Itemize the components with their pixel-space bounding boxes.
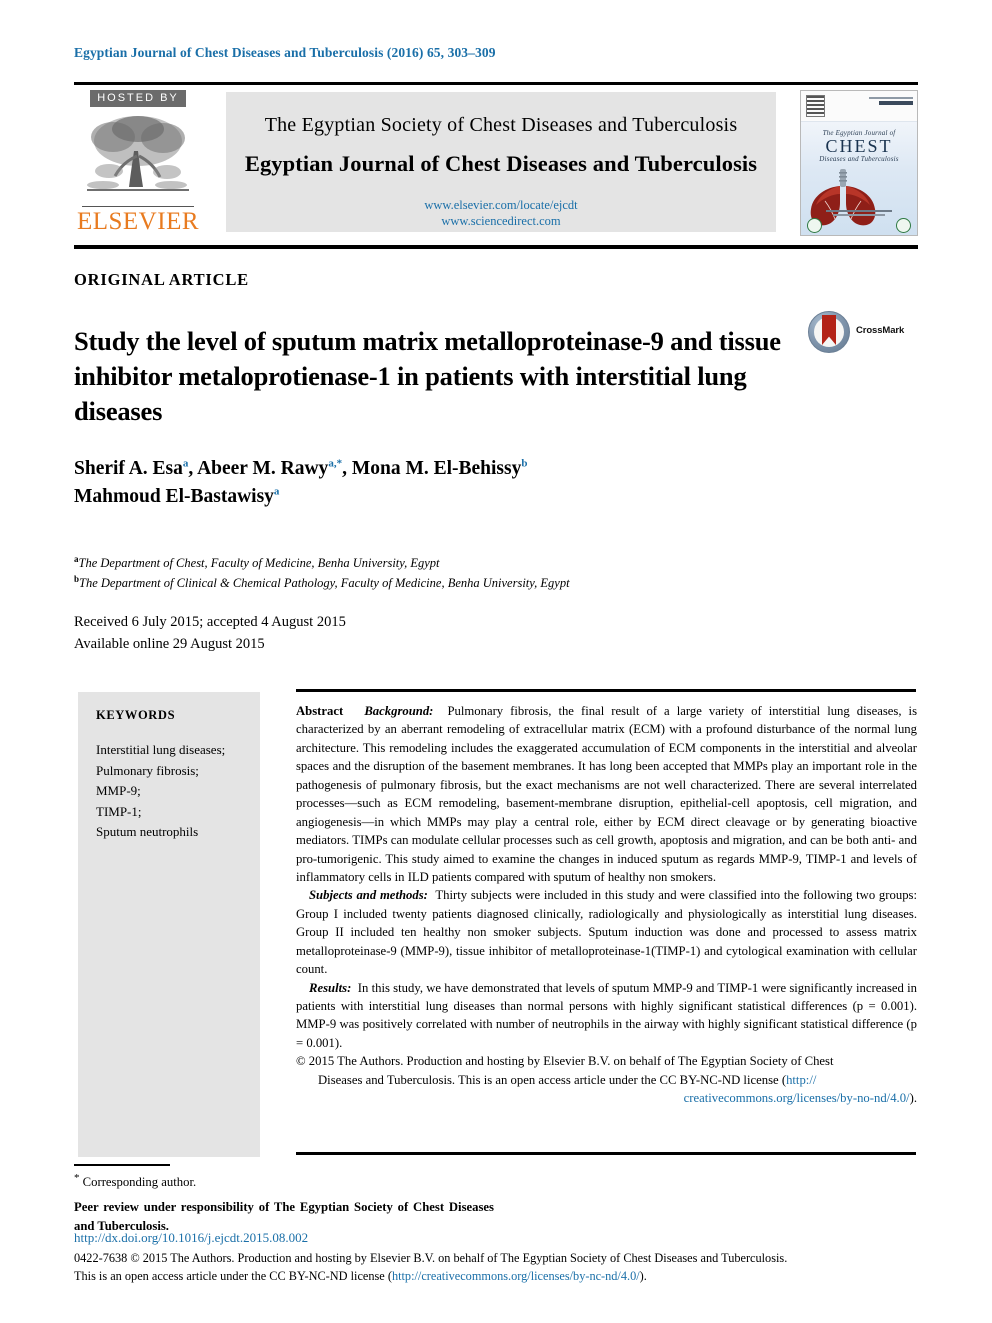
affiliation-b-text: The Department of Clinical & Chemical Pa… <box>79 576 570 591</box>
journal-name: Egyptian Journal of Chest Diseases and T… <box>244 151 758 176</box>
corresponding-author-marker: * <box>74 1172 80 1184</box>
cover-title-line3: Diseases and Tuberculosis <box>819 155 899 163</box>
author-2-affil-marker: a,* <box>328 457 343 470</box>
keywords-panel: KEYWORDS Interstitial lung diseases; Pul… <box>78 692 260 1157</box>
journal-links: www.elsevier.com/locate/ejcdt www.scienc… <box>226 198 776 229</box>
copyright-license-link-part1[interactable]: http:// <box>786 1073 816 1087</box>
cover-header-strip <box>801 91 917 122</box>
issn-license-link[interactable]: http://creativecommons.org/licenses/by-n… <box>392 1269 640 1283</box>
top-rule-divider <box>74 82 918 85</box>
sciencedirect-link[interactable]: www.sciencedirect.com <box>226 214 776 230</box>
abstract-block: Abstract Background: Pulmonary fibrosis,… <box>296 702 917 1108</box>
cover-title-line2: CHEST <box>825 136 893 156</box>
affiliation-a: aThe Department of Chest, Faculty of Med… <box>74 553 834 573</box>
author-list: Sherif A. Esa a , Abeer M. Rawya,*, Mona M… <box>74 455 834 510</box>
crossmark-icon <box>808 311 850 353</box>
journal-header-panel: The Egyptian Society of Chest Diseases a… <box>226 92 776 232</box>
keyword-item: Sputum neutrophils <box>96 824 199 840</box>
elsevier-wordmark-text: ELSEVIER <box>76 208 200 235</box>
abstract-methods-label: Subjects and methods: <box>309 888 428 903</box>
affiliation-a-text: The Department of Chest, Faculty of Medi… <box>78 556 440 571</box>
abstract-label: Abstract <box>296 704 344 718</box>
footnote-block: * Corresponding author. Peer review unde… <box>74 1170 494 1236</box>
keywords-list: Interstitial lung diseases; Pulmonary fi… <box>96 740 260 843</box>
copyright-line-1: © 2015 The Authors. Production and hosti… <box>296 1054 834 1069</box>
abstract-background-text: Pulmonary fibrosis, the final result of … <box>296 704 918 884</box>
corresponding-author-note: * Corresponding author. <box>74 1170 494 1192</box>
page-title: Study the level of sputum matrix metallo… <box>74 325 781 427</box>
cover-seal-left-icon <box>807 218 822 233</box>
copyright-end: ). <box>909 1091 917 1106</box>
crossmark-badge[interactable]: CrossMark <box>808 311 918 355</box>
masthead: HOSTED BY ELSEVIER The Egyptian Society … <box>74 88 918 236</box>
received-date: Received 6 July 2015; accepted 4 August … <box>74 614 346 630</box>
society-name: The Egyptian Society of Chest Diseases a… <box>264 114 738 136</box>
cover-publisher-mark <box>869 97 913 105</box>
abstract-results-label: Results: <box>309 980 352 995</box>
abstract-top-rule <box>296 689 916 692</box>
keyword-item: Pulmonary fibrosis; <box>96 762 199 778</box>
issn-copyright-block: 0422-7638 © 2015 The Authors. Production… <box>74 1250 920 1286</box>
abstract-background-paragraph: Abstract Background: Pulmonary fibrosis,… <box>296 702 917 886</box>
abstract-methods-paragraph: Subjects and methods: Thirty subjects we… <box>296 886 917 978</box>
keyword-item: Interstitial lung diseases; <box>96 742 226 757</box>
footnote-rule <box>74 1164 170 1166</box>
keyword-item: TIMP-1; <box>96 803 142 819</box>
running-head: Egyptian Journal of Chest Diseases and T… <box>74 45 496 60</box>
elsevier-tree-icon <box>87 116 189 191</box>
author-2: , Abeer M. Rawy <box>188 458 329 479</box>
cover-elsevier-icon <box>806 95 825 117</box>
cover-footer <box>801 208 917 233</box>
issn-copyright-line-1: 0422-7638 © 2015 The Authors. Production… <box>74 1251 788 1265</box>
issn-copyright-line-2-pre: This is an open access article under the… <box>74 1268 392 1283</box>
author-4: Mahmoud El-Bastawisy <box>74 485 274 507</box>
hosted-by-badge: HOSTED BY <box>90 90 186 107</box>
keyword-item: MMP-9; <box>96 783 141 799</box>
article-type-label: ORIGINAL ARTICLE <box>74 270 249 289</box>
abstract-results-paragraph: Results: In this study, we have demonstr… <box>296 979 917 1053</box>
section-black-bar <box>74 245 918 249</box>
affiliation-b: bThe Department of Clinical & Chemical P… <box>74 573 834 593</box>
abstract-results-text: In this study, we have demonstrated that… <box>296 980 918 1050</box>
journal-cover-thumbnail: The Egyptian Journal of CHEST Diseases a… <box>800 90 918 236</box>
copyright-line-2: Diseases and Tuberculosis. This is an op… <box>318 1072 787 1087</box>
author-1: Sherif A. Esa <box>74 458 183 479</box>
crossmark-label: CrossMark <box>856 325 905 336</box>
available-online-date: Available online 29 August 2015 <box>74 636 265 653</box>
cover-seal-right-icon <box>896 218 911 233</box>
issn-copyright-line-2-post: ). <box>639 1268 647 1283</box>
publication-dates: Received 6 July 2015; accepted 4 August … <box>74 611 346 655</box>
article-first-page: Egyptian Journal of Chest Diseases and T… <box>0 0 992 1323</box>
doi-link[interactable]: http://dx.doi.org/10.1016/j.ejcdt.2015.0… <box>74 1230 308 1246</box>
journal-locate-link[interactable]: www.elsevier.com/locate/ejcdt <box>226 198 776 214</box>
abstract-bottom-rule <box>296 1152 916 1155</box>
affiliation-list: aThe Department of Chest, Faculty of Med… <box>74 553 834 593</box>
author-3-affil-marker: b <box>521 457 528 470</box>
keywords-heading: KEYWORDS <box>96 708 176 722</box>
copyright-license-link-part2[interactable]: creativecommons.org/licenses/by-no-nd/4.… <box>684 1091 910 1105</box>
elsevier-logo-block: HOSTED BY ELSEVIER <box>74 88 202 234</box>
author-4-affil-marker: a <box>273 485 280 498</box>
abstract-background-label: Background: <box>364 704 434 718</box>
abstract-copyright: © 2015 The Authors. Production and hosti… <box>296 1052 917 1107</box>
corresponding-author-text: Corresponding author. <box>82 1175 197 1190</box>
author-3: , Mona M. El-Behissy <box>342 458 522 479</box>
elsevier-wordmark: ELSEVIER <box>74 206 202 234</box>
